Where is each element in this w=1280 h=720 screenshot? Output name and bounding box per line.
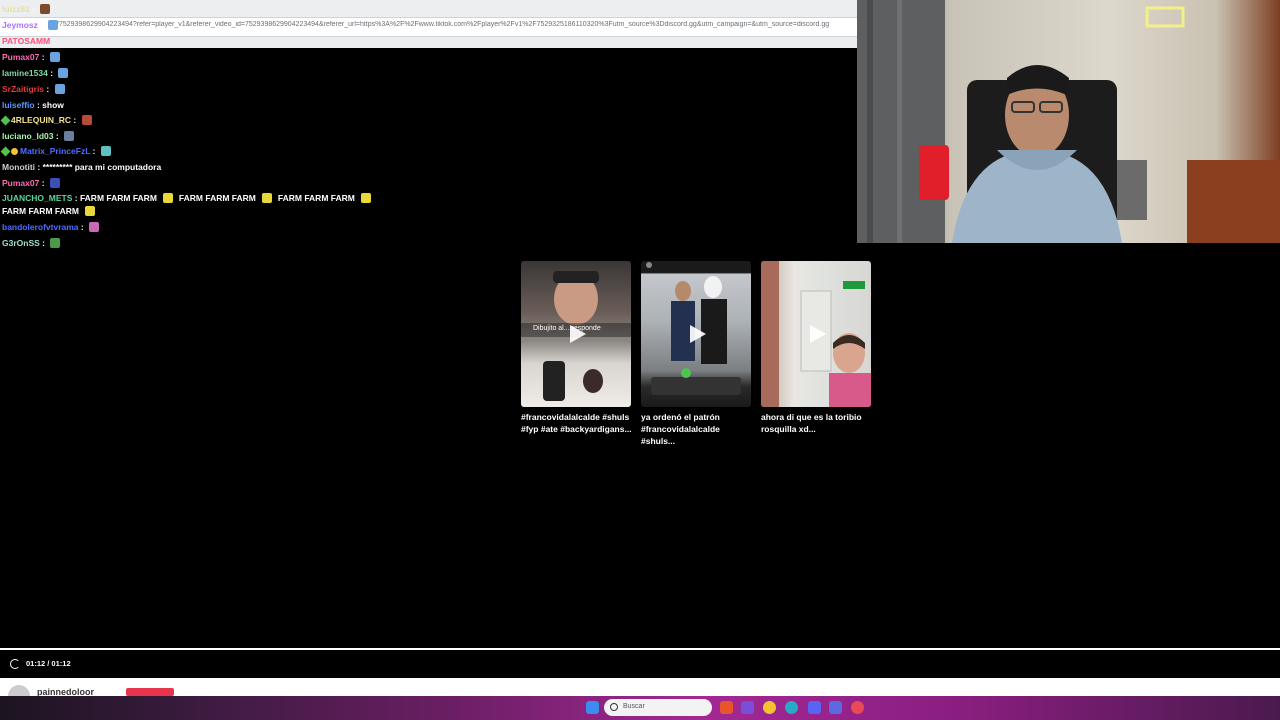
chat-text: FARM FARM FARM	[277, 193, 355, 203]
discord-icon[interactable]	[808, 701, 821, 714]
teams-icon[interactable]	[829, 701, 842, 714]
taskbar-search[interactable]: Buscar	[604, 699, 712, 716]
emote-icon	[48, 20, 59, 30]
video-thumbnail[interactable]	[641, 261, 751, 407]
emote-icon	[81, 115, 92, 125]
emote-icon	[162, 193, 173, 203]
chat-text: FARM FARM FARM	[178, 193, 256, 203]
chat-text: show	[42, 100, 64, 110]
play-icon[interactable]	[690, 325, 706, 343]
chat-message: Monotiti : ********* para mi computadora	[2, 162, 162, 172]
chat-message: luizz81 :	[2, 4, 51, 15]
replay-icon[interactable]	[10, 659, 20, 669]
chat-username: bandolerofvtvrama	[2, 222, 79, 232]
player-controls: 01:12 / 01:12	[0, 650, 1280, 678]
chat-username: Pumax07	[2, 178, 40, 188]
emote-icon	[50, 238, 61, 248]
caption-line: ya ordenó el patrón	[641, 412, 720, 422]
caption-line: rosquilla xd...	[761, 424, 816, 434]
emote-icon	[360, 193, 371, 203]
emote-icon	[261, 193, 272, 203]
emote-icon	[89, 222, 100, 232]
chat-username: Matrix_PrinceFzL	[20, 146, 91, 156]
emote-icon	[49, 52, 60, 62]
chat-message: FARM FARM FARM	[2, 206, 95, 217]
caption-line: #fyp #ate #backyardigans...	[521, 424, 632, 434]
chat-message: Matrix_PrinceFzL :	[0, 146, 111, 157]
chat-message: 4RLEQUIN_RC :	[0, 115, 92, 126]
profile-name[interactable]: painnedoloor	[37, 687, 94, 696]
chat-username: lamine1534	[2, 68, 48, 78]
badge-icon	[11, 148, 18, 155]
chat-username: Monotiti	[2, 162, 36, 172]
chat-username: JUANCHO_METS	[2, 193, 73, 203]
chat-username: luciano_ld03	[2, 131, 54, 141]
emote-icon	[84, 206, 95, 216]
chat-text: ********* para mi computadora	[42, 162, 162, 172]
profile-strip: painnedoloor	[0, 678, 1280, 696]
video-thumbnail[interactable]	[761, 261, 871, 407]
search-placeholder: Buscar	[623, 703, 645, 710]
emote-icon	[54, 84, 65, 94]
chat-username: PATOSAMM	[2, 36, 51, 46]
chrome-icon[interactable]	[763, 701, 776, 714]
caption-line: #francovidalalcalde #shuls	[521, 412, 630, 422]
webcam-feed	[857, 0, 1280, 243]
chat-message: Pumax07 :	[2, 52, 60, 63]
caption-line: ahora di que es la toribio	[761, 412, 862, 422]
play-icon[interactable]	[570, 325, 586, 343]
search-icon	[610, 703, 618, 711]
caption-line: #francovidalalcalde #shuls...	[641, 424, 720, 446]
edge-icon[interactable]	[785, 701, 798, 714]
emote-icon	[100, 146, 111, 156]
chat-message: G3rOnSS :	[2, 238, 61, 249]
emote-icon	[64, 131, 75, 141]
avatar[interactable]	[8, 685, 30, 696]
chat-message: bandolerofvtvrama :	[2, 222, 100, 233]
chat-message: Pumax07 :	[2, 178, 60, 189]
time-display: 01:12 / 01:12	[26, 659, 71, 668]
app-icon[interactable]	[741, 701, 754, 714]
obs-icon[interactable]	[851, 701, 864, 714]
chat-text: FARM FARM FARM	[2, 206, 79, 216]
follow-button[interactable]	[126, 688, 174, 696]
chat-username: Jeymosz	[2, 20, 38, 30]
video-caption[interactable]: #francovidalalcalde #shuls #fyp #ate #ba…	[521, 411, 636, 435]
chat-message: luiseffio : show	[2, 100, 64, 110]
chat-username: SrZaitigris	[2, 84, 45, 94]
browser-bar: /7529398629904223494?refer=player_v1&ref…	[0, 0, 857, 48]
brave-icon[interactable]	[720, 701, 733, 714]
chat-message: SrZaitigris :	[2, 84, 65, 95]
chat-message: JUANCHO_METS : FARM FARM FARM FARM FARM F…	[2, 193, 377, 204]
thumbnail-overlay-text: Dibujito al... responde	[533, 325, 601, 332]
chat-username: G3rOnSS	[2, 238, 40, 248]
chat-message: Jeymosz :	[2, 20, 59, 31]
address-bar[interactable]: /7529398629904223494?refer=player_v1&ref…	[0, 17, 857, 37]
emote-icon	[40, 4, 51, 14]
emote-icon	[49, 178, 60, 188]
chat-text: FARM FARM FARM	[79, 193, 157, 203]
badge-icon	[0, 115, 11, 126]
chat-message: lamine1534 :	[2, 68, 69, 79]
taskbar: Buscar	[0, 696, 1280, 720]
windows-start-icon[interactable]	[586, 701, 599, 714]
chat-username: Pumax07	[2, 52, 40, 62]
webcam-image	[857, 0, 1280, 243]
video-caption[interactable]: ya ordenó el patrón #francovidalalcalde …	[641, 411, 756, 447]
chat-username: luiseffio	[2, 100, 35, 110]
chat-message: luciano_ld03 :	[2, 131, 75, 142]
emote-icon	[58, 68, 69, 78]
chat-username: luizz81	[2, 4, 30, 14]
video-caption[interactable]: ahora di que es la toribio rosquilla xd.…	[761, 411, 876, 435]
video-thumbnail[interactable]: Dibujito al... responde	[521, 261, 631, 407]
chat-message: PATOSAMM :	[2, 36, 56, 46]
chat-username: 4RLEQUIN_RC	[11, 115, 71, 125]
url-text: /7529398629904223494?refer=player_v1&ref…	[57, 21, 830, 28]
play-icon[interactable]	[810, 325, 826, 343]
badge-icon	[0, 146, 11, 157]
